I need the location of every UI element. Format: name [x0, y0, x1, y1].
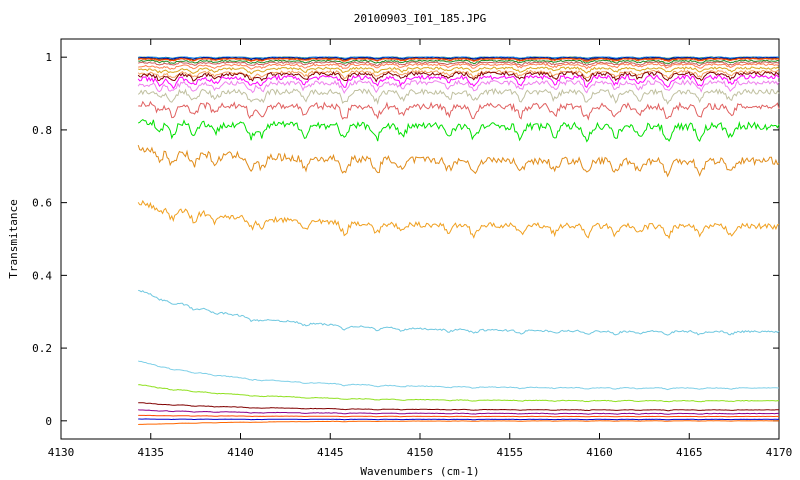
- x-tick-label: 4150: [407, 446, 434, 459]
- series-line: [137, 79, 780, 94]
- x-tick-label: 4155: [497, 446, 524, 459]
- series-line: [137, 118, 780, 143]
- y-tick-label: 0.2: [32, 342, 52, 355]
- series-line: [138, 418, 780, 421]
- series-line: [137, 144, 780, 178]
- chart-title: 20100903_I01_185.JPG: [354, 12, 486, 25]
- x-tick-label: 4140: [227, 446, 254, 459]
- y-tick-label: 1: [45, 51, 52, 64]
- y-tick-label: 0.8: [32, 124, 52, 137]
- series-line: [137, 199, 780, 240]
- y-tick-label: 0: [45, 415, 52, 428]
- x-tick-label: 4170: [766, 446, 793, 459]
- x-axis: 4130 4135 4140 4145 4150 4155 4160 4165 4170: [48, 39, 793, 459]
- series-line: [138, 100, 780, 121]
- series-line: [138, 409, 779, 415]
- series-line: [138, 420, 780, 425]
- series-line: [138, 384, 780, 403]
- y-tick-label: 0.6: [32, 197, 52, 210]
- x-axis-label: Wavenumbers (cm-1): [360, 465, 479, 478]
- y-axis-label: Transmitance: [7, 199, 20, 278]
- series-line: [138, 360, 780, 391]
- x-tick-label: 4145: [317, 446, 344, 459]
- series-layer: [137, 56, 780, 425]
- series-line: [138, 414, 780, 418]
- chart: 4130 4135 4140 4145 4150 4155 4160 4165 4170 0 0.…: [7, 12, 793, 478]
- y-tick-label: 0.4: [32, 269, 52, 282]
- series-line: [138, 289, 780, 336]
- series-line: [138, 402, 779, 412]
- x-tick-label: 4160: [586, 446, 613, 459]
- x-tick-label: 4130: [48, 446, 75, 459]
- y-axis: 0 0.2 0.4 0.6 0.8 1: [32, 51, 779, 428]
- x-tick-label: 4165: [676, 446, 703, 459]
- x-tick-label: 4135: [138, 446, 165, 459]
